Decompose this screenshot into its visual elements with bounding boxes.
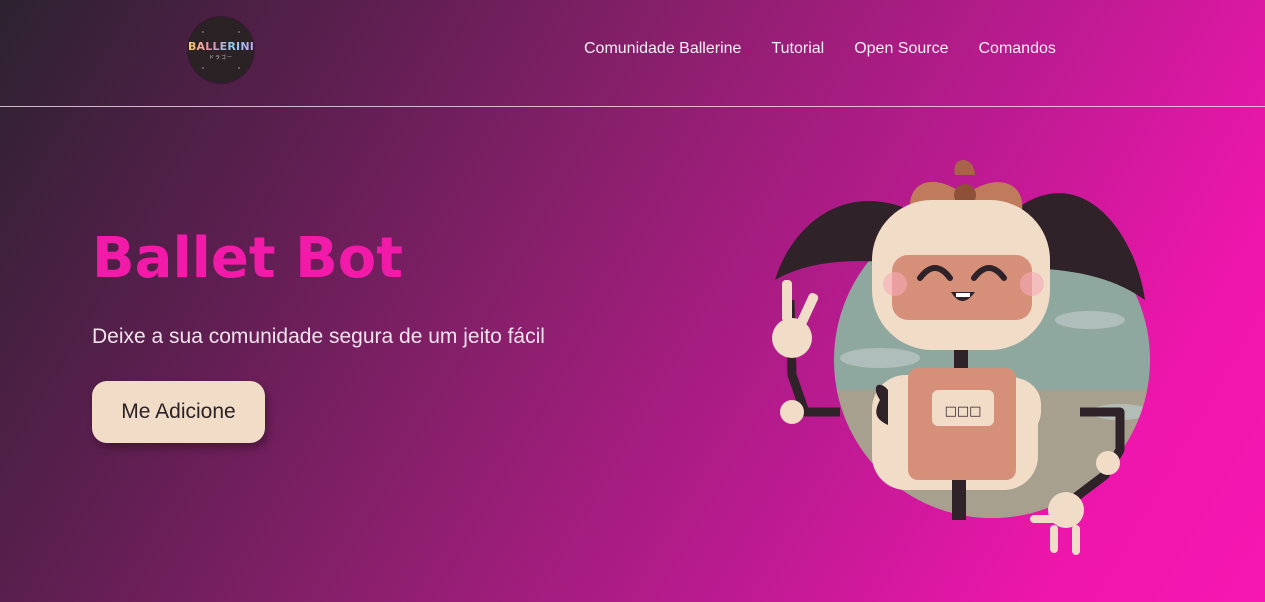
ballerini-logo[interactable]: BALLERINI ドラゴー [188, 17, 254, 83]
nav-link-open-source[interactable]: Open Source [854, 40, 948, 58]
nav-menu: Comunidade Ballerine Tutorial Open Sourc… [584, 40, 1086, 58]
logo-dot [238, 67, 240, 69]
logo-dot [202, 67, 204, 69]
nav-link-comandos[interactable]: Comandos [978, 40, 1055, 58]
hero-subtitle: Deixe a sua comunidade segura de um jeit… [92, 325, 545, 348]
logo-subtext: ドラゴー [208, 54, 233, 61]
hero-title: Ballet Bot [92, 226, 404, 291]
navbar: BALLERINI ドラゴー Comunidade Ballerine Tuto… [0, 0, 1265, 107]
logo-dot [202, 31, 204, 33]
nav-link-comunidade[interactable]: Comunidade Ballerine [584, 40, 741, 58]
logo-text: BALLERINI [187, 39, 255, 53]
nav-link-tutorial[interactable]: Tutorial [771, 40, 824, 58]
add-bot-button[interactable]: Me Adicione [92, 381, 265, 443]
logo-dot [238, 31, 240, 33]
robot-mascot-icon: □□□ [772, 160, 1150, 555]
chest-text: □□□ [945, 404, 982, 419]
